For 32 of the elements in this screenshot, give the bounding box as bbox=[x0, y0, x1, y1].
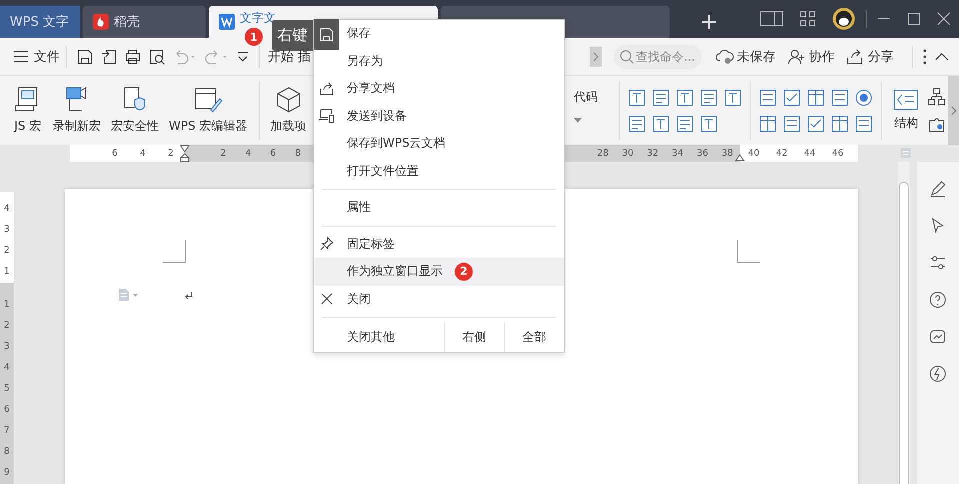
ruler-number: 6 bbox=[111, 148, 119, 158]
ruler-number: 38 bbox=[720, 148, 734, 158]
ruler-number: 8 bbox=[4, 446, 10, 459]
ruler-number: 42 bbox=[775, 148, 789, 158]
ruler-number: 30 bbox=[621, 148, 635, 158]
ruler-number: 2 bbox=[4, 245, 10, 258]
ruler-number: 4 bbox=[139, 148, 147, 158]
annotation-label: 右键 bbox=[272, 20, 313, 51]
ruler-number: 36 bbox=[696, 148, 710, 158]
ruler-number: 40 bbox=[747, 148, 761, 158]
ruler-number: 6 bbox=[4, 404, 10, 417]
ruler-number: 4 bbox=[4, 362, 10, 375]
ruler-number: 6 bbox=[269, 148, 278, 158]
ruler-number: 1 bbox=[4, 266, 10, 279]
ruler-number: 46 bbox=[831, 148, 845, 158]
ruler-number: 3 bbox=[4, 224, 10, 237]
ruler-number: 8 bbox=[294, 148, 302, 158]
ruler-number: 44 bbox=[803, 148, 817, 158]
ruler-number: 28 bbox=[596, 148, 610, 158]
ruler-number: 4 bbox=[244, 148, 252, 158]
ruler-number: 3 bbox=[4, 341, 10, 354]
step-badge: 2 bbox=[455, 262, 473, 281]
ruler-number: 2 bbox=[4, 320, 10, 333]
ruler-number: 2 bbox=[167, 148, 175, 158]
ruler-number: 7 bbox=[4, 425, 10, 438]
ruler-number: 9 bbox=[4, 467, 10, 480]
ruler-number: 5 bbox=[4, 383, 10, 396]
ruler-number: 2 bbox=[220, 148, 228, 158]
ruler-number: 4 bbox=[4, 203, 10, 216]
ruler-number: 1 bbox=[4, 299, 10, 312]
ruler-number: 34 bbox=[671, 148, 685, 158]
ruler-number: 32 bbox=[646, 148, 660, 158]
